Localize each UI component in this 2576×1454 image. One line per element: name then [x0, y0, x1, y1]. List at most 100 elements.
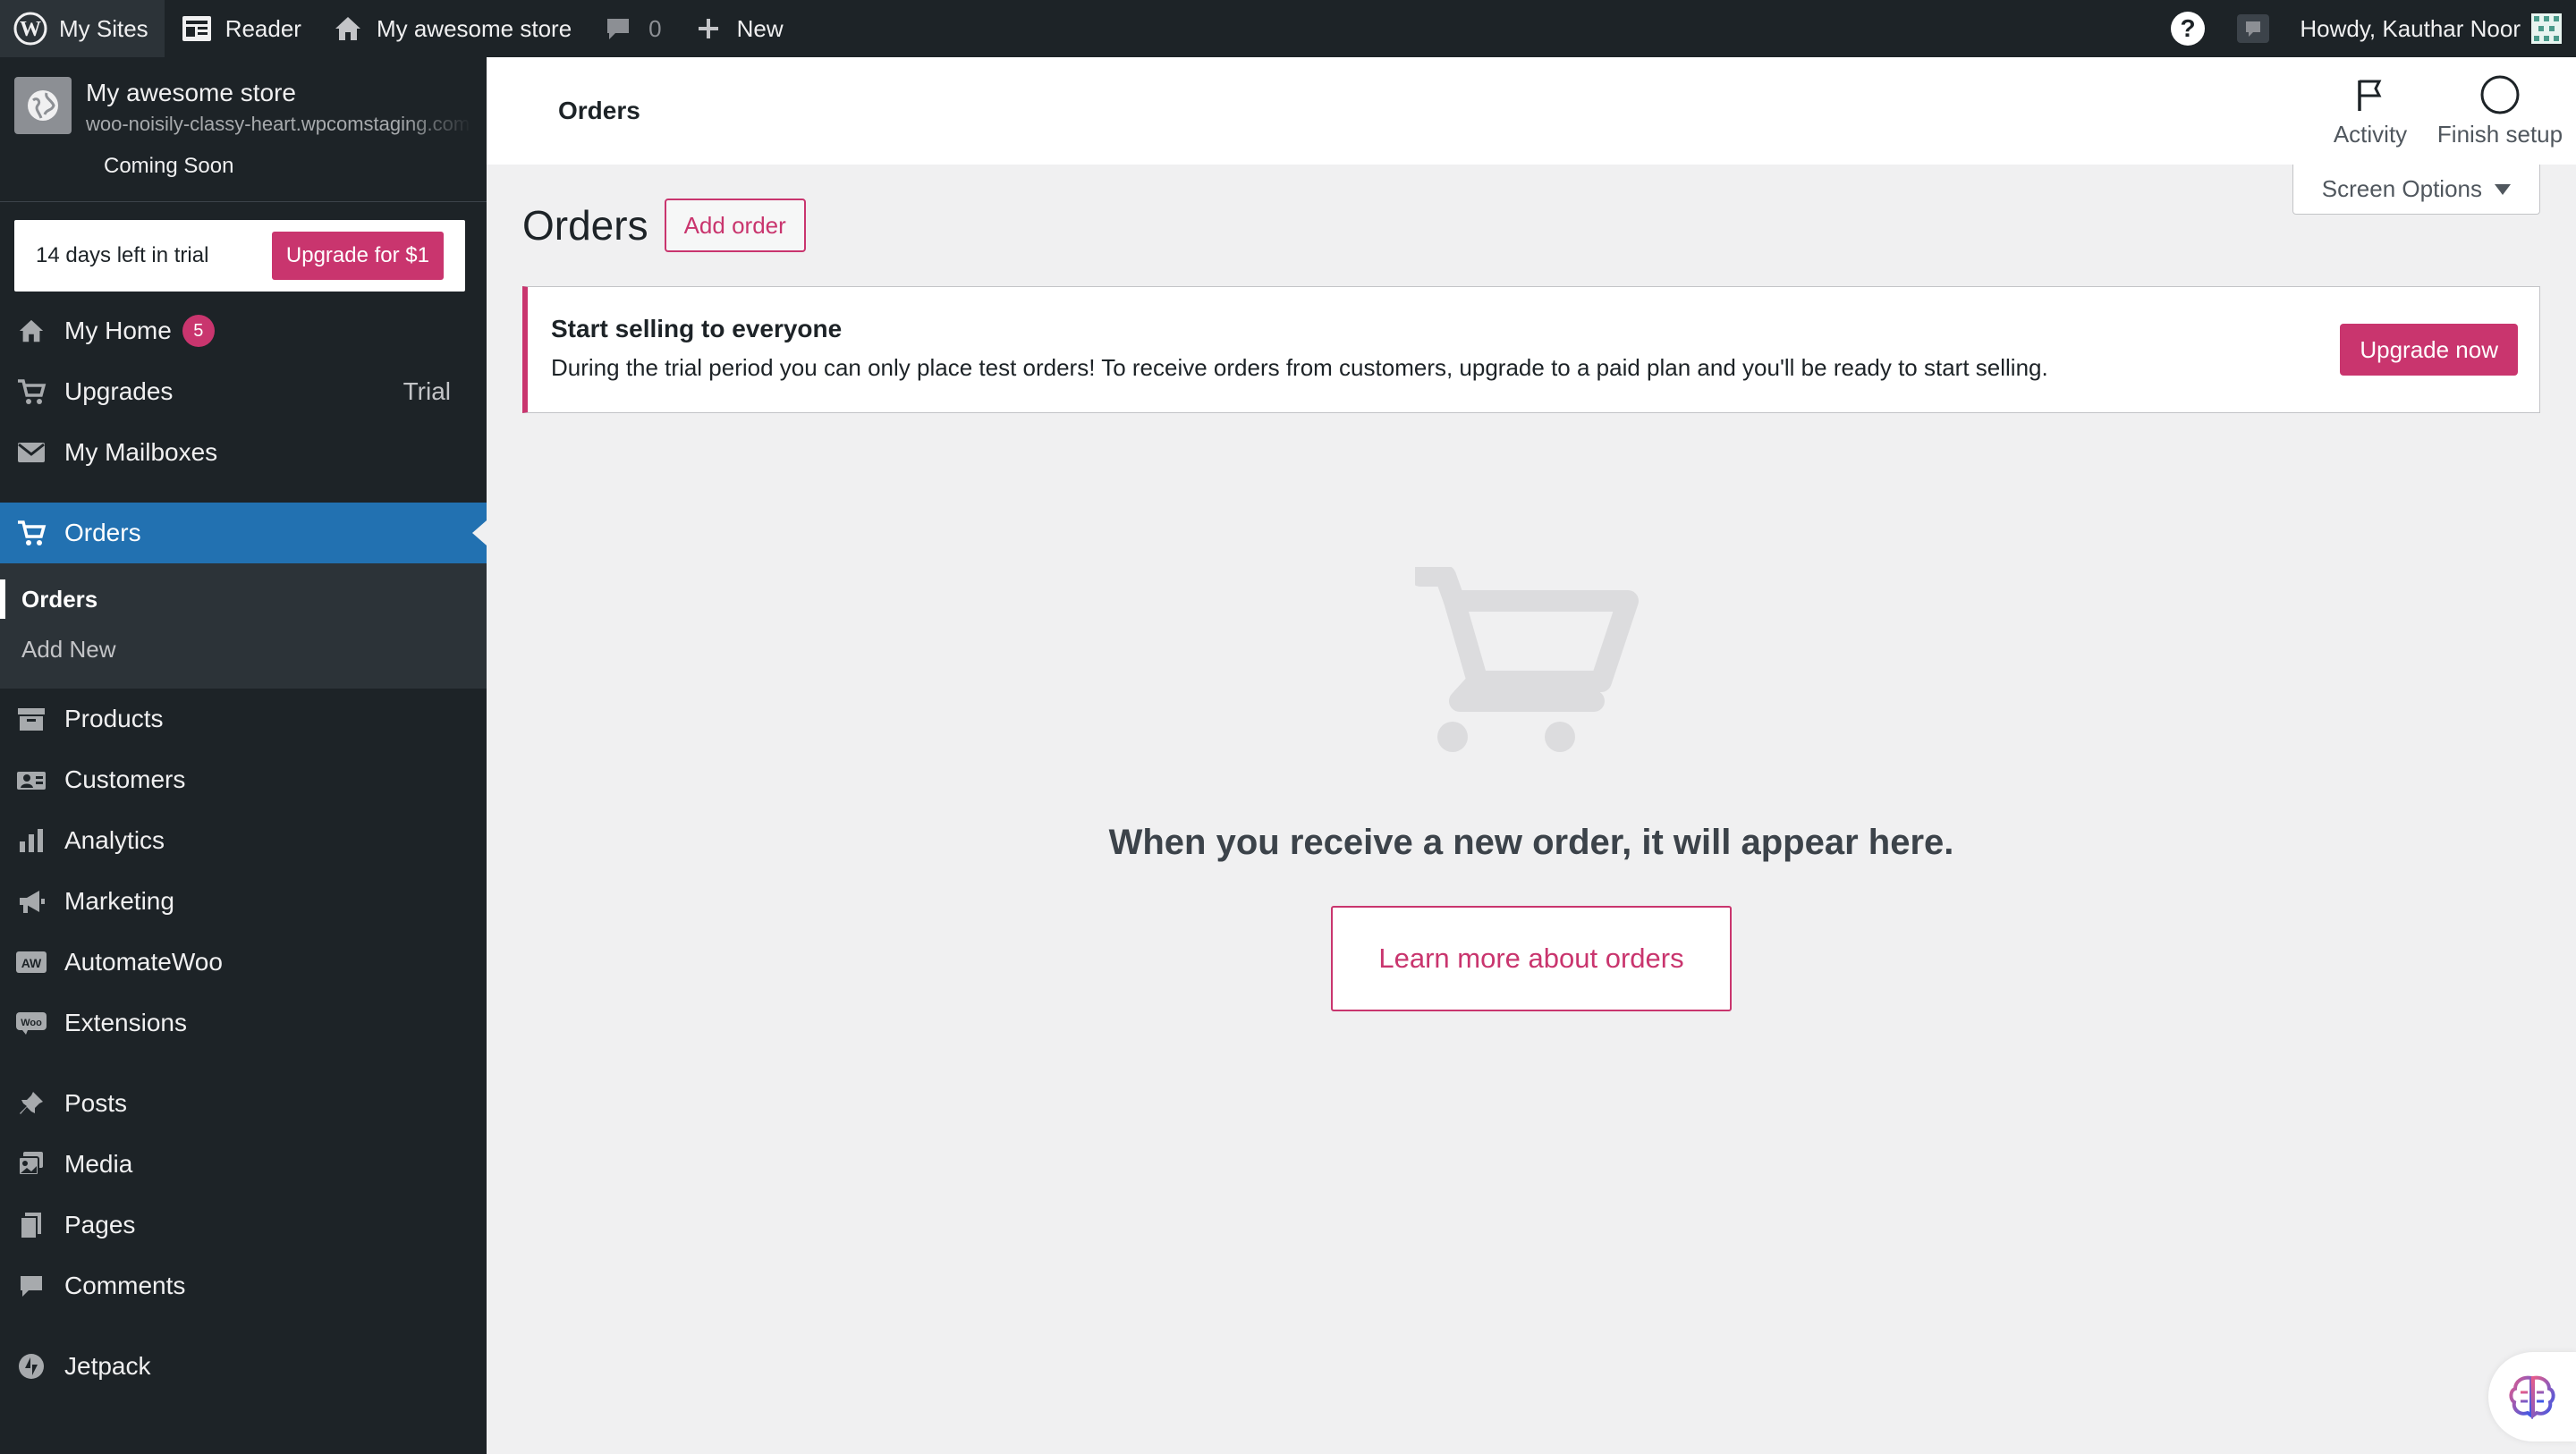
archive-icon	[14, 702, 48, 736]
help-icon: ?	[2169, 10, 2207, 47]
notifications-icon	[2235, 11, 2271, 46]
site-name: My awesome store	[86, 79, 296, 106]
woo-icon: Woo	[14, 1006, 48, 1040]
menu-item-upgrades[interactable]: Upgrades Trial	[0, 361, 487, 422]
svg-text:AW: AW	[21, 956, 42, 970]
menu-label: Comments	[64, 1272, 186, 1299]
pages-icon	[14, 1208, 48, 1242]
site-link[interactable]: My awesome store	[316, 0, 586, 57]
menu-item-orders[interactable]: Orders	[0, 503, 487, 563]
orders-submenu: Orders Add New	[0, 563, 487, 689]
learn-more-button[interactable]: Learn more about orders	[1331, 906, 1732, 1011]
jetpack-icon	[14, 1349, 48, 1383]
comment-bubble-icon	[600, 11, 636, 46]
menu-item-marketing[interactable]: Marketing	[0, 871, 487, 932]
menu-item-posts[interactable]: Posts	[0, 1073, 487, 1134]
main-content: Screen Options Orders Add order Start se…	[487, 165, 2576, 1454]
menu-label: Marketing	[64, 887, 174, 915]
submenu-item-orders[interactable]: Orders	[0, 574, 487, 624]
site-url: woo-noisily-classy-heart.wpcomstaging.co…	[86, 113, 470, 135]
site-card[interactable]: My awesome store woo-noisily-classy-hear…	[0, 57, 487, 202]
help-button[interactable]: ?	[2155, 0, 2221, 57]
site-status: Coming Soon	[104, 154, 234, 178]
menu-item-my-home[interactable]: My Home 5	[0, 300, 487, 361]
my-sites-label: My Sites	[59, 14, 148, 42]
menu-separator	[0, 1053, 487, 1073]
mail-icon	[14, 435, 48, 469]
notification-badge: 5	[182, 315, 215, 347]
empty-cart-icon	[1415, 567, 1648, 764]
finish-setup-button[interactable]: Finish setup	[2424, 57, 2576, 165]
menu-label: My Mailboxes	[64, 438, 218, 466]
notifications-button[interactable]	[2221, 0, 2285, 57]
comment-icon	[14, 1269, 48, 1303]
comments-button[interactable]: 0	[586, 0, 675, 57]
cart-icon	[14, 375, 48, 409]
bar-chart-icon	[14, 824, 48, 858]
menu-label: Extensions	[64, 1009, 187, 1036]
menu-item-comments[interactable]: Comments	[0, 1255, 487, 1316]
empty-state-message: When you receive a new order, it will ap…	[1108, 823, 1954, 862]
page-title: Orders	[522, 202, 648, 249]
trial-days-text: 14 days left in trial	[36, 243, 209, 267]
notice-text: During the trial period you can only pla…	[551, 354, 2048, 381]
help-center-button[interactable]	[2488, 1352, 2576, 1441]
menu-label: Customers	[64, 765, 186, 793]
site-globe-icon	[14, 77, 72, 134]
add-order-button[interactable]: Add order	[664, 199, 806, 252]
activity-button[interactable]: Activity	[2317, 57, 2424, 165]
menu-separator	[0, 1316, 487, 1336]
svg-text:?: ?	[2181, 14, 2196, 42]
admin-menu: My Home 5 Upgrades Trial My Mailboxes Or…	[0, 300, 487, 1397]
menu-item-products[interactable]: Products	[0, 689, 487, 749]
menu-label: Upgrades	[64, 377, 174, 405]
menu-item-customers[interactable]: Customers	[0, 749, 487, 810]
automatewoo-icon: AW	[14, 945, 48, 979]
menu-item-extensions[interactable]: Woo Extensions	[0, 993, 487, 1053]
upgrade-trial-button[interactable]: Upgrade for $1	[271, 232, 444, 280]
my-account-button[interactable]: Howdy, Kauthar Noor	[2285, 0, 2576, 57]
megaphone-icon	[14, 884, 48, 918]
notice-title: Start selling to everyone	[551, 315, 843, 342]
trial-tag: Trial	[402, 377, 451, 405]
activity-label: Activity	[2333, 120, 2408, 148]
reader-button[interactable]: Reader	[165, 0, 316, 57]
menu-label: Jetpack	[64, 1352, 151, 1380]
home-icon	[14, 314, 48, 348]
new-content-button[interactable]: New	[676, 0, 798, 57]
progress-ring-icon	[2479, 74, 2521, 115]
submenu-item-add-new[interactable]: Add New	[0, 624, 487, 674]
menu-item-analytics[interactable]: Analytics	[0, 810, 487, 871]
empty-state: When you receive a new order, it will ap…	[487, 567, 2576, 1011]
caret-down-icon	[2495, 183, 2511, 195]
menu-item-jetpack[interactable]: Jetpack	[0, 1336, 487, 1397]
trial-banner: 14 days left in trial Upgrade for $1	[14, 220, 465, 292]
menu-item-automatewoo[interactable]: AW AutomateWoo	[0, 932, 487, 993]
menu-item-pages[interactable]: Pages	[0, 1195, 487, 1255]
menu-label: My Home	[64, 317, 172, 344]
screen-options-button[interactable]: Screen Options	[2292, 165, 2540, 215]
admin-bar: W My Sites Reader My awesome store 0 New…	[0, 0, 2576, 57]
upgrade-now-button[interactable]: Upgrade now	[2340, 324, 2518, 376]
wordpress-logo-icon: W	[13, 11, 48, 46]
media-icon	[14, 1147, 48, 1181]
svg-text:W: W	[20, 18, 41, 41]
home-icon	[330, 11, 366, 46]
menu-label: AutomateWoo	[64, 948, 223, 976]
my-sites-button[interactable]: W My Sites	[0, 0, 165, 57]
brain-icon	[2508, 1374, 2556, 1419]
menu-label: Media	[64, 1150, 133, 1178]
cart-icon	[14, 516, 48, 550]
menu-label: Pages	[64, 1211, 136, 1238]
menu-label: Analytics	[64, 826, 165, 854]
reader-label: Reader	[225, 14, 301, 42]
svg-text:Woo: Woo	[21, 1018, 42, 1028]
menu-item-media[interactable]: Media	[0, 1134, 487, 1195]
menu-item-my-mailboxes[interactable]: My Mailboxes	[0, 422, 487, 483]
menu-label: Orders	[64, 519, 141, 546]
menu-separator	[0, 483, 487, 503]
header-title: Orders	[558, 97, 640, 124]
avatar	[2531, 13, 2562, 44]
plus-icon	[691, 11, 726, 46]
menu-label: Posts	[64, 1089, 128, 1117]
